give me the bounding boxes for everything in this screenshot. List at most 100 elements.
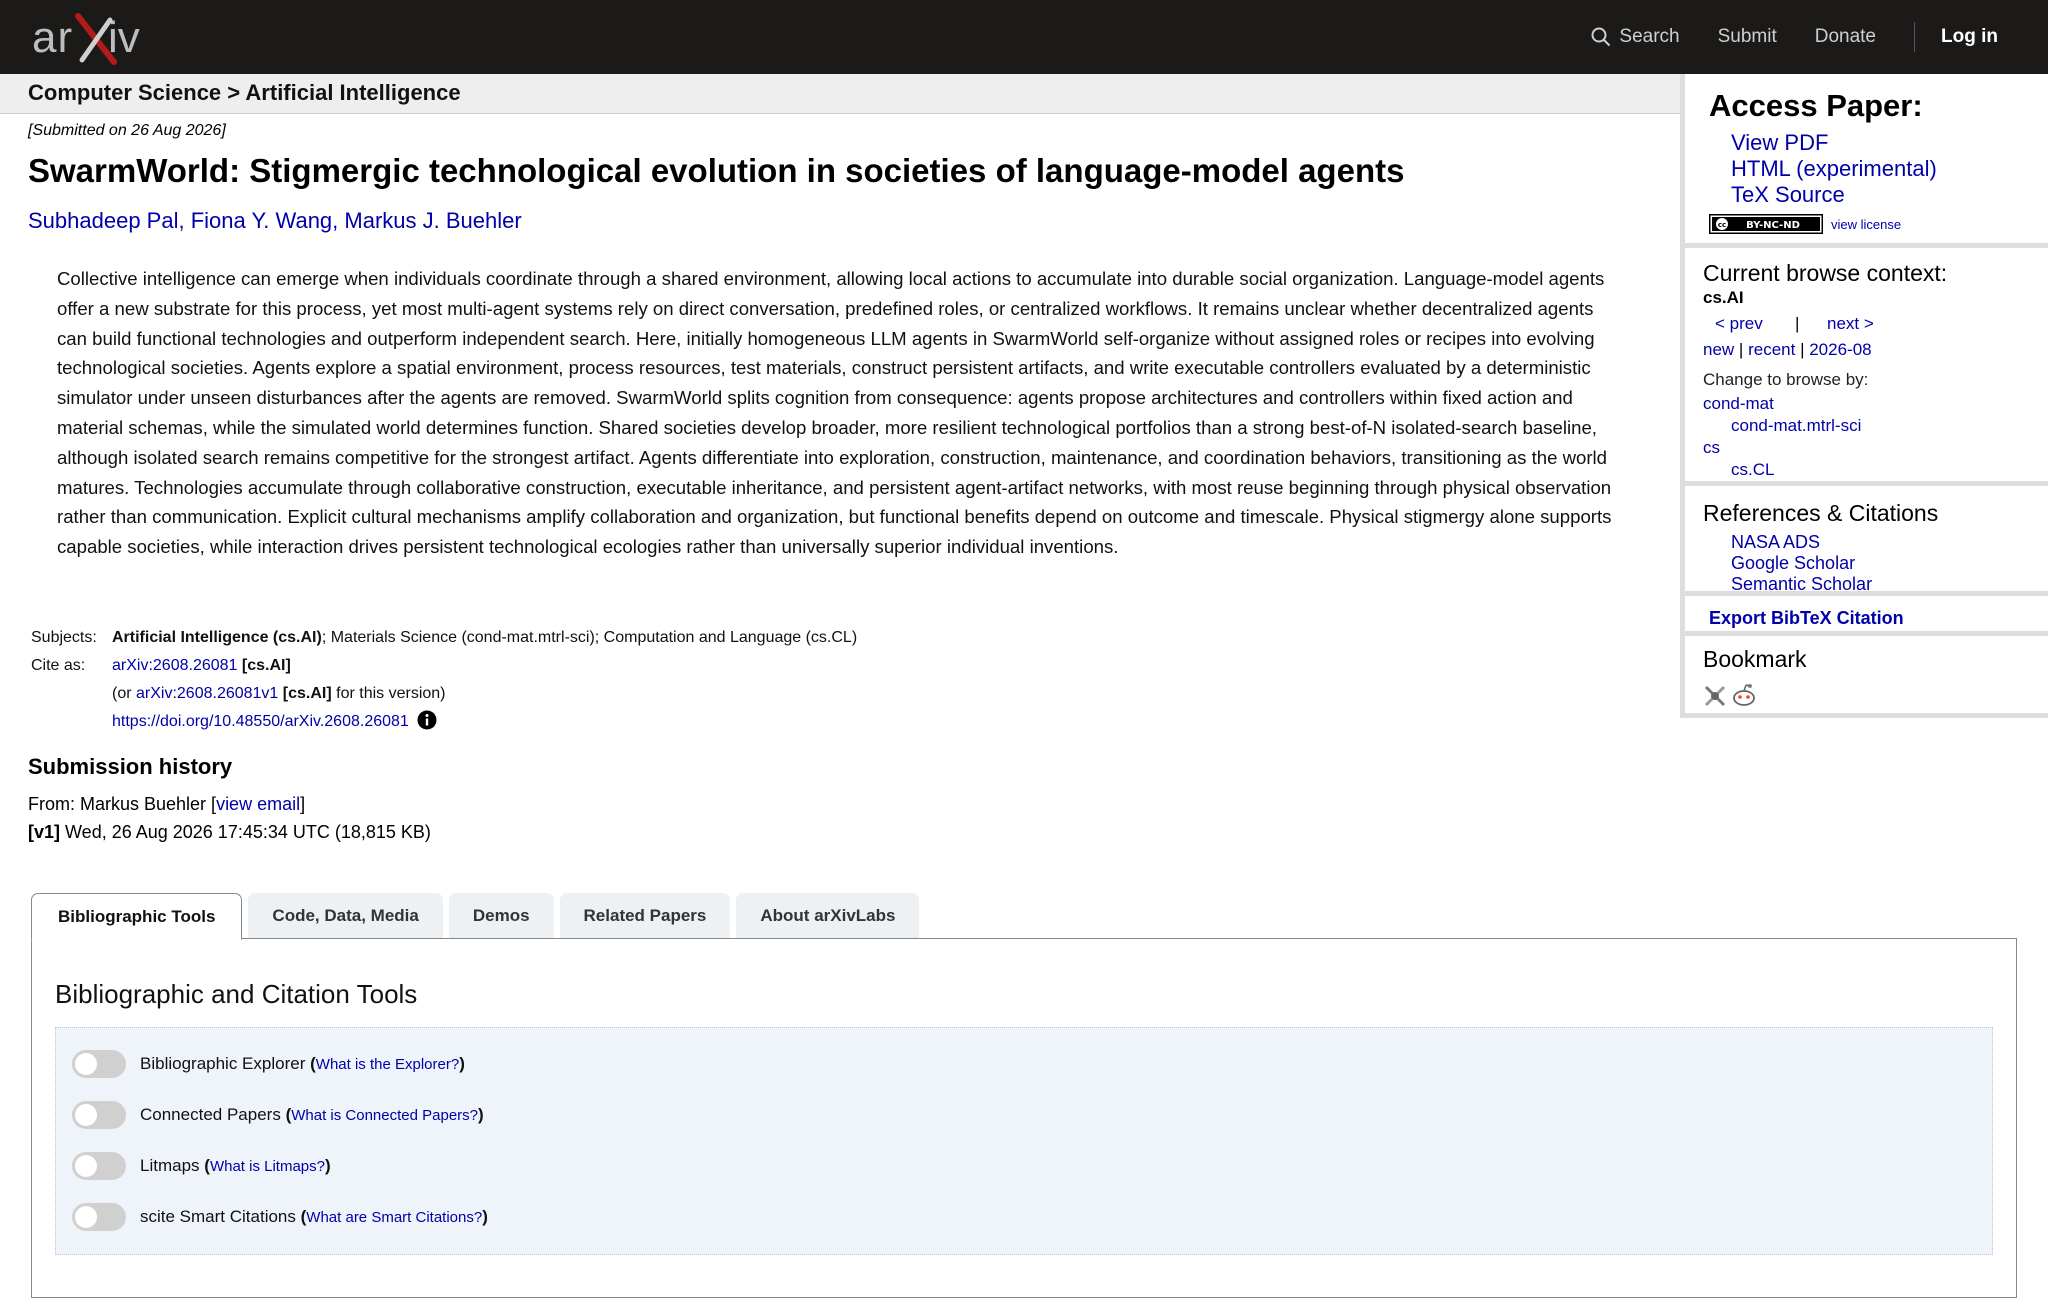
litmaps-toggle[interactable]	[72, 1152, 126, 1180]
cc-license-badge[interactable]: cc BY-NC-ND	[1709, 214, 1823, 234]
login-link[interactable]: Log in	[1941, 26, 1998, 48]
view-pdf-link[interactable]: View PDF	[1731, 130, 1828, 156]
cite-version-tail: for this version)	[331, 685, 446, 702]
export-box: Export BibTeX Citation	[1685, 596, 2048, 636]
nasa-ads-link[interactable]: NASA ADS	[1731, 532, 1820, 553]
breadcrumb-bar: Computer Science > Artificial Intelligen…	[0, 74, 1680, 114]
subjects-value: Artificial Intelligence (cs.AI); Materia…	[112, 624, 857, 652]
author-link[interactable]: Markus J. Buehler	[344, 208, 521, 233]
tool-row: scite Smart Citations (What are Smart Ci…	[72, 1203, 488, 1231]
browse-links: new | recent | 2026-08	[1703, 340, 1872, 360]
submission-date: [Submitted on 26 Aug 2026]	[28, 122, 226, 139]
bibliographic-explorer-toggle[interactable]	[72, 1050, 126, 1078]
connected-papers-toggle[interactable]	[72, 1101, 126, 1129]
arxiv-id-link[interactable]: arXiv:2608.26081	[112, 657, 237, 674]
cite-category: [cs.AI]	[241, 657, 291, 674]
arxiv-logo[interactable]: ar iv	[32, 10, 162, 66]
semantic-scholar-link[interactable]: Semantic Scholar	[1731, 574, 1872, 595]
tab-bibliographic-tools[interactable]: Bibliographic Tools	[31, 893, 243, 940]
browse-cond-mat-mtrl-sci[interactable]: cond-mat.mtrl-sci	[1731, 416, 1861, 436]
tool-row: Bibliographic Explorer (What is the Expl…	[72, 1050, 465, 1078]
panel-heading: Bibliographic and Citation Tools	[55, 979, 418, 1009]
new-link[interactable]: new	[1703, 340, 1734, 359]
abstract: Collective intelligence can emerge when …	[57, 268, 1612, 558]
recent-link[interactable]: recent	[1748, 340, 1795, 359]
nav-divider	[1914, 22, 1916, 52]
license-badge-text: BY-NC-ND	[1746, 220, 1800, 231]
author-list: Subhadeep Pal, Fiona Y. Wang, Markus J. …	[28, 208, 522, 234]
tab-code-data-media[interactable]: Code, Data, Media	[248, 893, 443, 938]
primary-subject: Artificial Intelligence (cs.AI)	[112, 629, 322, 646]
author-link[interactable]: Fiona Y. Wang	[191, 208, 332, 233]
export-bibtex-link[interactable]: Export BibTeX Citation	[1709, 608, 1904, 629]
labs-tabs: Bibliographic Tools Code, Data, Media De…	[31, 893, 925, 940]
browse-cs-cl[interactable]: cs.CL	[1731, 460, 1774, 480]
tab-demos[interactable]: Demos	[448, 893, 554, 938]
tool-name: Litmaps	[140, 1156, 200, 1175]
tool-row: Connected Papers (What is Connected Pape…	[72, 1101, 484, 1129]
month-link[interactable]: 2026-08	[1809, 340, 1871, 359]
change-browse-label: Change to browse by:	[1703, 370, 1869, 389]
arxiv-version-link[interactable]: arXiv:2608.26081v1	[136, 685, 278, 702]
cite-label: Cite as:	[31, 657, 86, 674]
references-heading: References & Citations	[1703, 500, 1939, 526]
html-link[interactable]: HTML (experimental)	[1731, 156, 1937, 182]
submitter-prefix: From: Markus Buehler [	[28, 794, 217, 814]
version-label[interactable]: [v1]	[28, 822, 60, 842]
nav-search[interactable]: Search	[1591, 26, 1680, 48]
nav-submit[interactable]: Submit	[1718, 26, 1777, 48]
submission-history: From: Markus Buehler [view email] [v1] W…	[28, 790, 431, 846]
author-link[interactable]: Subhadeep Pal	[28, 208, 178, 233]
author-separator: ,	[332, 208, 345, 233]
bibsonomy-icon[interactable]	[1703, 684, 1727, 713]
subjects-label: Subjects:	[31, 629, 97, 646]
submission-history-heading: Submission history	[28, 754, 233, 779]
scite-toggle[interactable]	[72, 1203, 126, 1231]
tool-help-link[interactable]: What is the Explorer?	[316, 1056, 459, 1073]
browse-cs[interactable]: cs	[1703, 438, 1720, 458]
svg-text:cc: cc	[1718, 221, 1726, 229]
svg-text:iv: iv	[108, 13, 140, 62]
nav-donate[interactable]: Donate	[1815, 26, 1876, 48]
view-license-link[interactable]: view license	[1831, 217, 1901, 232]
pipe: |	[1800, 340, 1805, 359]
tool-row: Litmaps (What is Litmaps?)	[72, 1152, 331, 1180]
svg-text:ar: ar	[32, 13, 73, 62]
top-header: ar iv Search Submit Donate Log in	[0, 0, 2048, 74]
nav-search-label: Search	[1619, 26, 1680, 47]
tool-name: Bibliographic Explorer	[140, 1054, 306, 1073]
bookmark-heading: Bookmark	[1703, 646, 1807, 672]
paper-title: SwarmWorld: Stigmergic technological evo…	[28, 152, 1405, 189]
tool-help-link[interactable]: What is Litmaps?	[210, 1158, 325, 1175]
tab-panel: Bibliographic and Citation Tools Bibliog…	[31, 938, 2017, 1298]
info-icon[interactable]	[417, 710, 437, 740]
tool-help-link[interactable]: What is Connected Papers?	[291, 1107, 478, 1124]
browse-context-heading: Current browse context:	[1703, 260, 1948, 286]
search-icon	[1591, 27, 1611, 47]
prev-link[interactable]: < prev	[1715, 314, 1763, 334]
view-email-link[interactable]: view email	[216, 794, 300, 814]
author-separator: ,	[178, 208, 191, 233]
access-paper-box: Access Paper: View PDF HTML (experimenta…	[1685, 74, 2048, 248]
next-link[interactable]: next >	[1827, 314, 1874, 334]
cite-or: (or	[112, 685, 136, 702]
doi-link[interactable]: https://doi.org/10.48550/arXiv.2608.2608…	[112, 713, 409, 730]
tool-name: Connected Papers	[140, 1105, 281, 1124]
reddit-icon[interactable]	[1731, 682, 1757, 713]
license: cc BY-NC-ND view license	[1709, 214, 1901, 234]
browse-context-box: Current browse context: cs.AI < prev | n…	[1685, 248, 2048, 486]
tex-source-link[interactable]: TeX Source	[1731, 182, 1845, 208]
sidebar: Access Paper: View PDF HTML (experimenta…	[1680, 74, 2048, 718]
tab-about-arxivlabs[interactable]: About arXivLabs	[736, 893, 920, 938]
version-detail: Wed, 26 Aug 2026 17:45:34 UTC (18,815 KB…	[60, 822, 431, 842]
tool-name: scite Smart Citations	[140, 1207, 296, 1226]
pipe: |	[1738, 340, 1744, 359]
bookmark-box: Bookmark	[1685, 636, 2048, 718]
references-box: References & Citations NASA ADS Google S…	[1685, 486, 2048, 596]
tab-related-papers[interactable]: Related Papers	[559, 893, 731, 938]
browse-cond-mat[interactable]: cond-mat	[1703, 394, 1774, 414]
breadcrumb[interactable]: Computer Science > Artificial Intelligen…	[28, 80, 461, 106]
metadata-table: Subjects: Artificial Intelligence (cs.AI…	[31, 624, 857, 740]
google-scholar-link[interactable]: Google Scholar	[1731, 553, 1855, 574]
tool-help-link[interactable]: What are Smart Citations?	[306, 1209, 482, 1226]
